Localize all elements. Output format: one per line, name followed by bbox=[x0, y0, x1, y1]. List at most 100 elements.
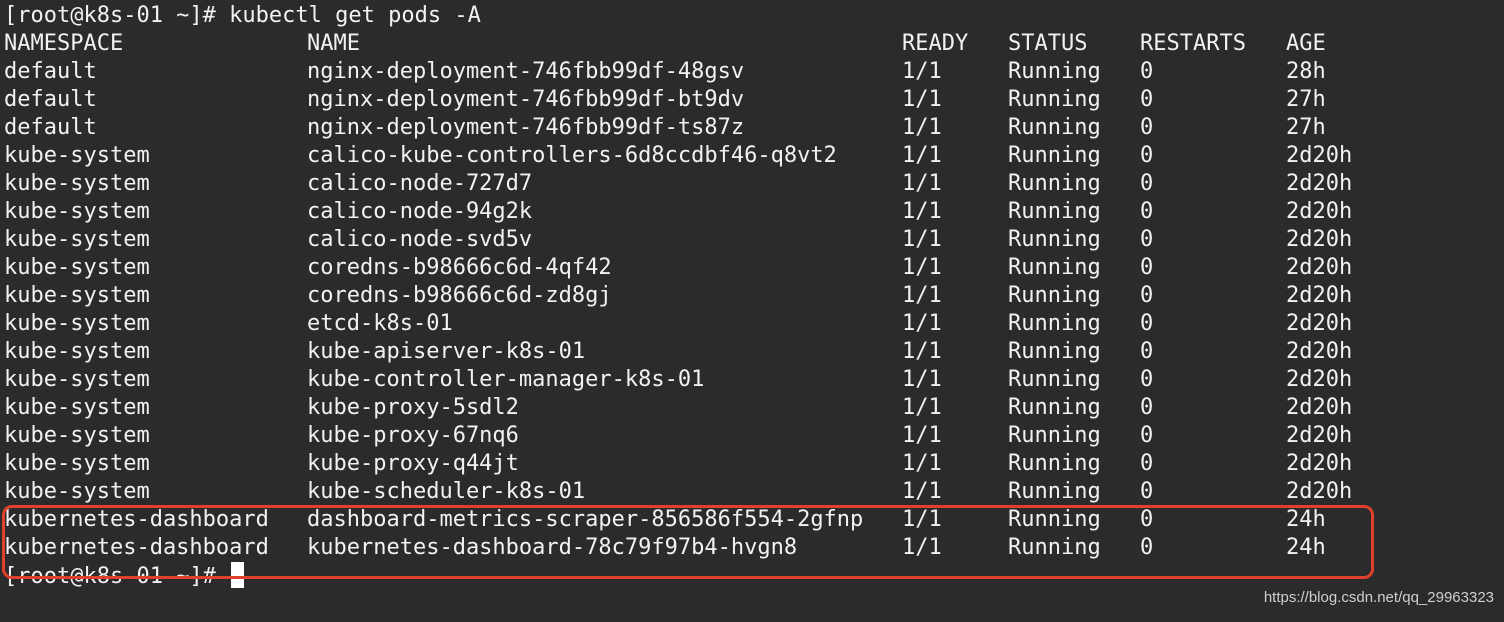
cell-age: 2d20h bbox=[1286, 423, 1353, 448]
cell-age: 28h bbox=[1286, 59, 1326, 84]
cell-namespace: kube-system bbox=[4, 199, 150, 224]
cell-namespace: default bbox=[4, 87, 97, 112]
cell-ready: 1/1 bbox=[902, 395, 942, 420]
cell-name: calico-node-727d7 bbox=[307, 171, 533, 196]
cell-status: Running bbox=[1008, 339, 1101, 364]
command-text: kubectl get pods -A bbox=[229, 3, 481, 28]
cell-namespace: kube-system bbox=[4, 339, 150, 364]
cell-name: kube-apiserver-k8s-01 bbox=[307, 339, 586, 364]
cell-status: Running bbox=[1008, 451, 1101, 476]
cell-namespace: kube-system bbox=[4, 367, 150, 392]
cell-namespace: kube-system bbox=[4, 479, 150, 504]
cell-ready: 1/1 bbox=[902, 283, 942, 308]
cell-restarts: 0 bbox=[1140, 255, 1154, 280]
cell-ready: 1/1 bbox=[902, 423, 942, 448]
cell-ready: 1/1 bbox=[902, 87, 942, 112]
cell-age: 2d20h bbox=[1286, 227, 1353, 252]
cell-age: 27h bbox=[1286, 115, 1326, 140]
cell-age: 2d20h bbox=[1286, 395, 1353, 420]
cell-namespace: kube-system bbox=[4, 423, 150, 448]
cell-status: Running bbox=[1008, 59, 1101, 84]
cell-name: coredns-b98666c6d-4qf42 bbox=[307, 255, 612, 280]
cell-name: calico-kube-controllers-6d8ccdbf46-q8vt2 bbox=[307, 143, 837, 168]
cell-status: Running bbox=[1008, 283, 1101, 308]
cell-restarts: 0 bbox=[1140, 199, 1154, 224]
header-name: NAME bbox=[307, 31, 360, 56]
cell-ready: 1/1 bbox=[902, 479, 942, 504]
cell-ready: 1/1 bbox=[902, 339, 942, 364]
cell-status: Running bbox=[1008, 199, 1101, 224]
table-header-row: NAMESPACE NAME READY STATUS RESTARTS AGE bbox=[4, 30, 1326, 58]
cell-age: 2d20h bbox=[1286, 479, 1353, 504]
cell-restarts: 0 bbox=[1140, 87, 1154, 112]
cell-ready: 1/1 bbox=[902, 367, 942, 392]
cell-name: etcd-k8s-01 bbox=[307, 311, 453, 336]
cell-ready: 1/1 bbox=[902, 227, 942, 252]
cell-status: Running bbox=[1008, 171, 1101, 196]
cell-status: Running bbox=[1008, 255, 1101, 280]
cell-ready: 1/1 bbox=[902, 143, 942, 168]
cell-age: 2d20h bbox=[1286, 199, 1353, 224]
cell-status: Running bbox=[1008, 311, 1101, 336]
cell-age: 2d20h bbox=[1286, 255, 1353, 280]
cell-status: Running bbox=[1008, 87, 1101, 112]
cell-restarts: 0 bbox=[1140, 311, 1154, 336]
cell-namespace: kube-system bbox=[4, 451, 150, 476]
cell-namespace: kube-system bbox=[4, 395, 150, 420]
cell-restarts: 0 bbox=[1140, 423, 1154, 448]
cell-restarts: 0 bbox=[1140, 479, 1154, 504]
cell-ready: 1/1 bbox=[902, 451, 942, 476]
cell-namespace: kube-system bbox=[4, 143, 150, 168]
cell-namespace: kube-system bbox=[4, 227, 150, 252]
cell-restarts: 0 bbox=[1140, 115, 1154, 140]
cell-age: 2d20h bbox=[1286, 283, 1353, 308]
cell-name: kube-proxy-5sdl2 bbox=[307, 395, 519, 420]
cell-ready: 1/1 bbox=[902, 115, 942, 140]
cell-name: coredns-b98666c6d-zd8gj bbox=[307, 283, 612, 308]
cell-age: 27h bbox=[1286, 87, 1326, 112]
cell-namespace: default bbox=[4, 59, 97, 84]
cell-restarts: 0 bbox=[1140, 227, 1154, 252]
cell-name: calico-node-svd5v bbox=[307, 227, 533, 252]
cell-age: 2d20h bbox=[1286, 143, 1353, 168]
command-line: [root@k8s-01 ~]# kubectl get pods -A bbox=[4, 2, 481, 30]
cell-name: kube-proxy-67nq6 bbox=[307, 423, 519, 448]
cell-namespace: kube-system bbox=[4, 283, 150, 308]
shell-prompt: [root@k8s-01 ~]# bbox=[4, 3, 216, 28]
cell-ready: 1/1 bbox=[902, 199, 942, 224]
cell-age: 2d20h bbox=[1286, 451, 1353, 476]
header-ready: READY bbox=[902, 31, 969, 56]
cell-age: 2d20h bbox=[1286, 339, 1353, 364]
cell-status: Running bbox=[1008, 479, 1101, 504]
header-status: STATUS bbox=[1008, 31, 1088, 56]
cell-namespace: kube-system bbox=[4, 255, 150, 280]
terminal-window[interactable]: [root@k8s-01 ~]# kubectl get pods -A NAM… bbox=[0, 0, 1504, 622]
cell-restarts: 0 bbox=[1140, 367, 1154, 392]
cell-name: kube-scheduler-k8s-01 bbox=[307, 479, 586, 504]
cell-restarts: 0 bbox=[1140, 283, 1154, 308]
cell-restarts: 0 bbox=[1140, 395, 1154, 420]
header-restarts: RESTARTS bbox=[1140, 31, 1246, 56]
watermark: https://blog.csdn.net/qq_29963323 bbox=[1263, 589, 1494, 606]
cell-name: nginx-deployment-746fbb99df-48gsv bbox=[307, 59, 745, 84]
cell-age: 2d20h bbox=[1286, 171, 1353, 196]
cell-restarts: 0 bbox=[1140, 143, 1154, 168]
cell-ready: 1/1 bbox=[902, 311, 942, 336]
cell-namespace: kube-system bbox=[4, 311, 150, 336]
cell-status: Running bbox=[1008, 423, 1101, 448]
cell-name: nginx-deployment-746fbb99df-bt9dv bbox=[307, 87, 745, 112]
cell-restarts: 0 bbox=[1140, 451, 1154, 476]
cell-name: nginx-deployment-746fbb99df-ts87z bbox=[307, 115, 745, 140]
cell-namespace: default bbox=[4, 115, 97, 140]
cell-name: kube-controller-manager-k8s-01 bbox=[307, 367, 705, 392]
cell-name: kube-proxy-q44jt bbox=[307, 451, 519, 476]
cell-status: Running bbox=[1008, 367, 1101, 392]
header-age: AGE bbox=[1286, 31, 1326, 56]
cell-age: 2d20h bbox=[1286, 311, 1353, 336]
cell-status: Running bbox=[1008, 227, 1101, 252]
cell-ready: 1/1 bbox=[902, 59, 942, 84]
cell-status: Running bbox=[1008, 115, 1101, 140]
cell-restarts: 0 bbox=[1140, 59, 1154, 84]
cell-ready: 1/1 bbox=[902, 255, 942, 280]
cell-name: calico-node-94g2k bbox=[307, 199, 533, 224]
